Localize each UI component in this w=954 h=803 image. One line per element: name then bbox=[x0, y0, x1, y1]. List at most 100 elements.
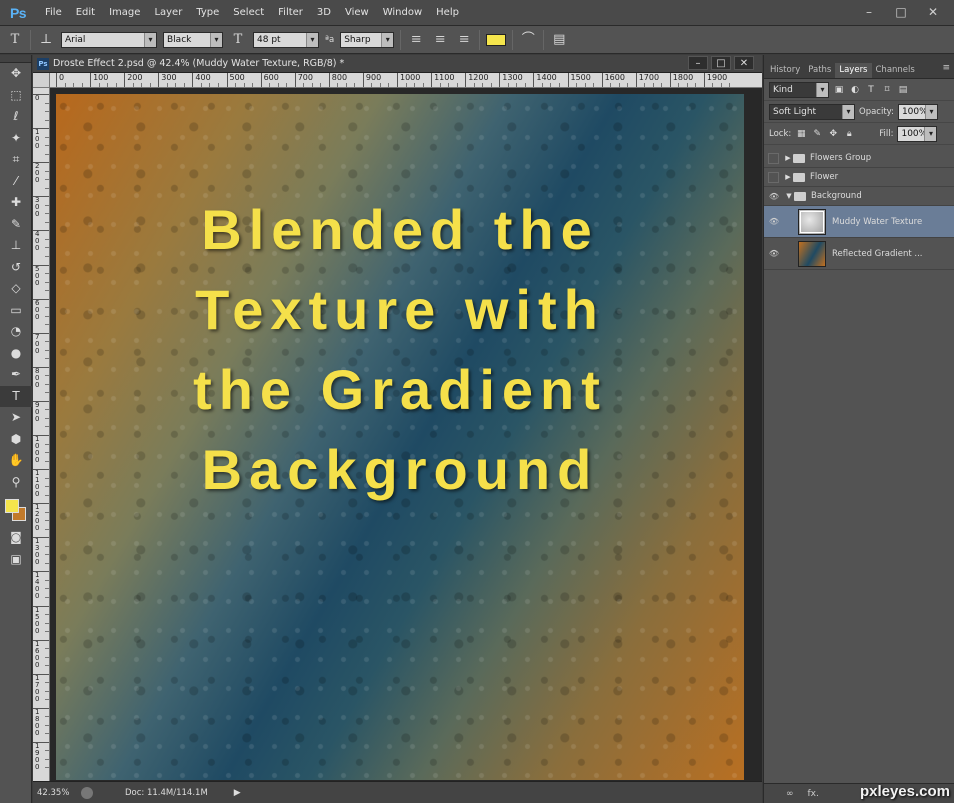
layer-row[interactable]: ▶ Flower bbox=[764, 168, 954, 187]
ruler-minor-tick bbox=[45, 690, 49, 692]
layer-row[interactable]: 👁︎ Muddy Water Texture bbox=[764, 206, 954, 238]
zoom-level-field[interactable]: 42.35% bbox=[33, 788, 75, 798]
minimize-button[interactable]: – bbox=[856, 4, 882, 20]
vertical-ruler[interactable]: 0 100 200 300 400 500 600 700 800 900 1000 1100 1200… bbox=[33, 88, 50, 781]
crop-icon[interactable]: ⌗ bbox=[0, 149, 32, 171]
eye-icon[interactable]: 👁︎ bbox=[764, 249, 784, 258]
ruler-origin[interactable] bbox=[33, 73, 50, 88]
menu-window[interactable]: Window bbox=[376, 0, 429, 26]
font-style-select[interactable]: Black bbox=[163, 31, 223, 48]
tab-history[interactable]: History bbox=[766, 63, 804, 78]
collapse-arrow-icon[interactable]: ▼ bbox=[784, 192, 794, 200]
clone-stamp-icon[interactable]: ⊥ bbox=[0, 235, 32, 257]
doc-minimize-button[interactable]: – bbox=[688, 56, 708, 70]
expand-arrow-icon[interactable]: ▶ bbox=[783, 173, 793, 181]
menu-edit[interactable]: Edit bbox=[69, 0, 102, 26]
menu-3d[interactable]: 3D bbox=[310, 0, 338, 26]
path-select-icon[interactable]: ➤ bbox=[0, 407, 32, 429]
document-tab[interactable]: Ps Droste Effect 2.psd @ 42.4% (Muddy Wa… bbox=[33, 55, 762, 73]
eye-icon[interactable]: 👁︎ bbox=[764, 217, 784, 226]
menu-view[interactable]: View bbox=[338, 0, 376, 26]
pen-icon[interactable]: ✒ bbox=[0, 364, 32, 386]
canvas[interactable]: Blended the Texture with the Gradient Ba… bbox=[56, 94, 744, 780]
character-panel-icon[interactable]: ▤ bbox=[550, 31, 568, 49]
visibility-toggle[interactable] bbox=[768, 152, 779, 164]
warp-text-icon[interactable]: ⌒ bbox=[519, 31, 537, 49]
filter-smart-object-icon[interactable]: ▤ bbox=[897, 84, 909, 96]
tab-paths[interactable]: Paths bbox=[804, 63, 835, 78]
quick-select-icon[interactable]: ✦ bbox=[0, 128, 32, 150]
foreground-color-swatch[interactable] bbox=[5, 499, 19, 513]
zoom-icon[interactable]: ⚲ bbox=[0, 472, 32, 494]
ruler-minor-tick bbox=[45, 136, 49, 138]
visibility-toggle[interactable] bbox=[768, 171, 779, 183]
type-icon[interactable]: T bbox=[0, 385, 32, 407]
color-chips bbox=[0, 493, 31, 527]
menu-layer[interactable]: Layer bbox=[147, 0, 189, 26]
horizontal-ruler[interactable]: 0 100 200 300 400 500 600 700 800 900 1000 1100 1200… bbox=[50, 73, 762, 88]
canvas-area[interactable]: Blended the Texture with the Gradient Ba… bbox=[50, 88, 762, 781]
menu-filter[interactable]: Filter bbox=[271, 0, 310, 26]
align-center-icon[interactable]: ≡ bbox=[431, 31, 449, 49]
antialias-select[interactable]: Sharp bbox=[340, 31, 395, 48]
font-family-select[interactable]: Arial bbox=[61, 31, 157, 48]
blur-icon[interactable]: ◔ bbox=[0, 321, 32, 343]
tools-panel-header[interactable] bbox=[0, 55, 31, 63]
doc-close-button[interactable]: ✕ bbox=[734, 56, 754, 70]
marquee-icon[interactable]: ⬚ bbox=[0, 85, 32, 107]
lasso-icon[interactable]: ℓ bbox=[0, 106, 32, 128]
panel-menu-icon[interactable]: ≡ bbox=[942, 63, 950, 73]
align-right-icon[interactable]: ≡ bbox=[455, 31, 473, 49]
opacity-field[interactable]: 100% bbox=[897, 103, 938, 120]
font-size-select[interactable]: 48 pt bbox=[253, 31, 319, 48]
lock-all-icon[interactable]: 🔒︎ bbox=[843, 128, 855, 140]
document-size-info[interactable]: Doc: 11.4M/114.1M bbox=[125, 788, 208, 798]
fill-field[interactable]: 100% bbox=[897, 125, 938, 142]
doc-maximize-button[interactable]: □ bbox=[711, 56, 731, 70]
type-tool-icon[interactable]: T bbox=[6, 31, 24, 49]
tab-channels[interactable]: Channels bbox=[872, 63, 919, 78]
blend-mode-select[interactable]: Soft Light bbox=[769, 103, 855, 120]
menu-file[interactable]: File bbox=[38, 0, 69, 26]
dodge-icon[interactable]: ● bbox=[0, 343, 32, 365]
ruler-tick: 600 bbox=[33, 298, 49, 321]
text-color-swatch[interactable] bbox=[486, 33, 507, 46]
filter-pixel-icon[interactable]: ▣ bbox=[833, 84, 845, 96]
layer-effects-icon[interactable]: fx. bbox=[808, 789, 819, 799]
lock-image-icon[interactable]: ✎ bbox=[811, 128, 823, 140]
layer-row[interactable]: ▶ Flowers Group bbox=[764, 149, 954, 168]
link-layers-icon[interactable]: ∞ bbox=[786, 789, 794, 799]
hand-icon[interactable]: ✋ bbox=[0, 450, 32, 472]
spot-heal-icon[interactable]: ✚ bbox=[0, 192, 32, 214]
menu-image[interactable]: Image bbox=[102, 0, 147, 26]
close-button[interactable]: ✕ bbox=[920, 4, 946, 20]
filter-type-icon[interactable]: T bbox=[865, 84, 877, 96]
screen-mode-icon[interactable]: ▣ bbox=[0, 549, 32, 571]
expand-arrow-icon[interactable]: ▶ bbox=[783, 154, 793, 162]
info-icon[interactable] bbox=[81, 786, 93, 799]
history-brush-icon[interactable]: ↺ bbox=[0, 257, 32, 279]
layer-row[interactable]: 👁︎ Reflected Gradient ... bbox=[764, 238, 954, 270]
menu-help[interactable]: Help bbox=[429, 0, 466, 26]
maximize-button[interactable]: □ bbox=[888, 4, 914, 20]
eye-icon[interactable]: 👁︎ bbox=[764, 192, 784, 201]
menu-type[interactable]: Type bbox=[189, 0, 226, 26]
lock-position-icon[interactable]: ✥ bbox=[827, 128, 839, 140]
shape-icon[interactable]: ⬢ bbox=[0, 429, 32, 451]
filter-shape-icon[interactable]: ⌑ bbox=[881, 84, 893, 96]
align-left-icon[interactable]: ≡ bbox=[407, 31, 425, 49]
filter-adjustment-icon[interactable]: ◐ bbox=[849, 84, 861, 96]
menu-select[interactable]: Select bbox=[226, 0, 271, 26]
status-menu-arrow-icon[interactable]: ▶ bbox=[234, 788, 241, 798]
gradient-icon[interactable]: ▭ bbox=[0, 300, 32, 322]
brush-icon[interactable]: ✎ bbox=[0, 214, 32, 236]
orientation-icon[interactable]: ⊥ bbox=[37, 31, 55, 49]
lock-transparent-icon[interactable]: ▦ bbox=[795, 128, 807, 140]
eraser-icon[interactable]: ◇ bbox=[0, 278, 32, 300]
eyedropper-icon[interactable]: ⁄ bbox=[0, 171, 32, 193]
layer-filter-select[interactable]: Kind bbox=[769, 81, 829, 98]
layer-row[interactable]: 👁︎ ▼ Background bbox=[764, 187, 954, 206]
quick-mask-icon[interactable]: ◙ bbox=[0, 527, 32, 549]
move-icon[interactable]: ✥ bbox=[0, 63, 32, 85]
tab-layers[interactable]: Layers bbox=[835, 63, 872, 78]
